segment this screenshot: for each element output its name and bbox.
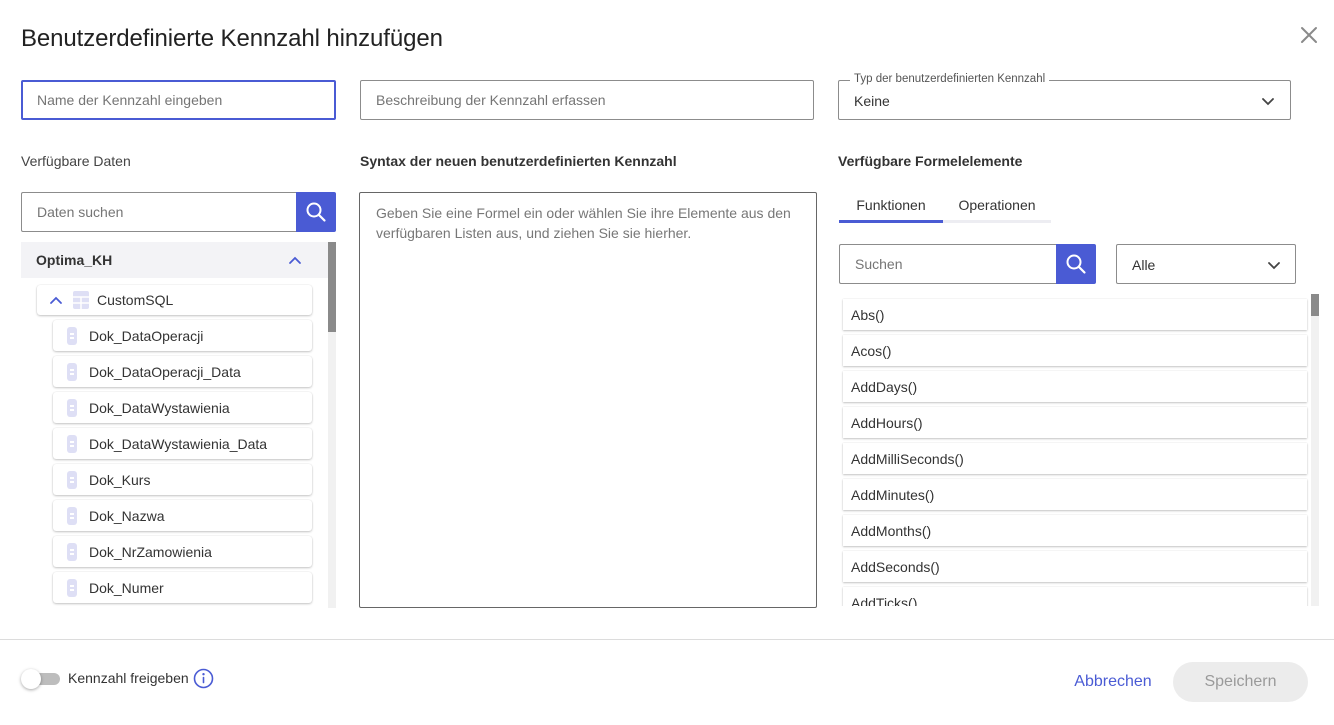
field-item[interactable]: Dok_DataOperacji_Data — [53, 356, 312, 387]
data-search-input[interactable] — [21, 192, 297, 232]
data-scrollbar[interactable] — [328, 242, 336, 608]
search-icon — [306, 202, 326, 222]
function-item[interactable]: AddMinutes() — [843, 479, 1307, 510]
function-filter-value: Alle — [1132, 257, 1156, 273]
tree-table-label: CustomSQL — [97, 292, 174, 308]
tree-root-optima[interactable]: Optima_KH — [21, 242, 328, 278]
field-icon — [67, 578, 77, 597]
chevron-down-icon — [1266, 257, 1282, 278]
field-icon — [67, 362, 77, 381]
syntax-editor[interactable]: Geben Sie eine Formel ein oder wählen Si… — [359, 192, 817, 608]
dialog-title: Benutzerdefinierte Kennzahl hinzufügen — [21, 25, 443, 52]
field-label: Dok_DataOperacji — [89, 327, 204, 344]
function-scrollbar-thumb[interactable] — [1311, 294, 1319, 316]
function-item[interactable]: AddMilliSeconds() — [843, 443, 1307, 474]
function-filter-select[interactable]: Alle — [1116, 244, 1296, 284]
function-scrollbar[interactable] — [1311, 294, 1319, 606]
chevron-down-icon — [1260, 93, 1276, 114]
chevron-up-icon[interactable] — [288, 253, 302, 270]
function-item[interactable]: AddTicks() — [843, 587, 1307, 606]
info-icon[interactable] — [193, 668, 214, 694]
data-scrollbar-thumb[interactable] — [328, 242, 336, 332]
chevron-up-icon[interactable] — [49, 293, 63, 307]
function-item[interactable]: AddSeconds() — [843, 551, 1307, 582]
metric-name-input[interactable] — [21, 80, 336, 120]
table-icon — [73, 291, 89, 309]
syntax-label: Syntax der neuen benutzerdefinierten Ken… — [360, 153, 677, 169]
field-item[interactable]: Dok_DataOperacji — [53, 320, 312, 351]
field-item[interactable]: Dok_NrZamowienia — [53, 536, 312, 567]
field-label: Dok_NrZamowienia — [89, 543, 212, 560]
function-search-input[interactable] — [839, 244, 1057, 284]
share-metric-label: Kennzahl freigeben — [68, 670, 189, 686]
field-label: Dok_DataOperacji_Data — [89, 363, 241, 380]
field-item[interactable]: Dok_DataWystawienia_Data — [53, 428, 312, 459]
field-icon — [67, 398, 77, 417]
available-data-label: Verfügbare Daten — [21, 153, 131, 169]
field-label: Dok_DataWystawienia — [89, 399, 230, 416]
tree-root-label: Optima_KH — [36, 252, 113, 268]
field-icon — [67, 326, 77, 345]
syntax-placeholder: Geben Sie eine Formel ein oder wählen Si… — [376, 205, 791, 241]
search-icon — [1066, 254, 1086, 274]
share-metric-toggle[interactable] — [21, 668, 61, 690]
field-label: Dok_Numer — [89, 579, 164, 596]
field-label: Dok_DataWystawienia_Data — [89, 435, 268, 452]
field-icon — [67, 434, 77, 453]
tab-operations[interactable]: Operationen — [943, 190, 1051, 220]
tab-active-indicator — [839, 220, 943, 223]
save-button[interactable]: Speichern — [1173, 662, 1308, 702]
function-item[interactable]: Acos() — [843, 335, 1307, 366]
cancel-button[interactable]: Abbrechen — [1066, 663, 1160, 701]
data-search-button[interactable] — [296, 192, 336, 232]
metric-type-legend: Typ der benutzerdefinierten Kennzahl — [850, 73, 1050, 85]
footer-divider — [0, 639, 1334, 640]
field-item[interactable]: Dok_Kurs — [53, 464, 312, 495]
field-item[interactable]: Dok_DataWystawienia — [53, 392, 312, 423]
tree-table-customsql[interactable]: CustomSQL — [37, 285, 312, 315]
function-item[interactable]: AddMonths() — [843, 515, 1307, 546]
function-item[interactable]: Abs() — [843, 299, 1307, 330]
field-label: Dok_Nazwa — [89, 507, 165, 524]
metric-description-input[interactable] — [360, 80, 814, 120]
function-list: Abs() Acos() AddDays() AddHours() AddMil… — [838, 294, 1320, 606]
function-item[interactable]: AddHours() — [843, 407, 1307, 438]
field-icon — [67, 506, 77, 525]
field-icon — [67, 542, 77, 561]
field-icon — [67, 470, 77, 489]
field-label: Dok_Kurs — [89, 471, 151, 488]
close-icon[interactable] — [1298, 24, 1320, 46]
function-search-button[interactable] — [1056, 244, 1096, 284]
field-item[interactable]: Dok_Numer — [53, 572, 312, 603]
formula-elements-label: Verfügbare Formelelemente — [838, 153, 1023, 169]
function-item[interactable]: AddDays() — [843, 371, 1307, 402]
tab-functions[interactable]: Funktionen — [839, 190, 943, 220]
metric-type-value: Keine — [854, 93, 890, 109]
field-item[interactable]: Dok_Nazwa — [53, 500, 312, 531]
metric-type-select[interactable]: Typ der benutzerdefinierten Kennzahl Kei… — [838, 73, 1291, 120]
